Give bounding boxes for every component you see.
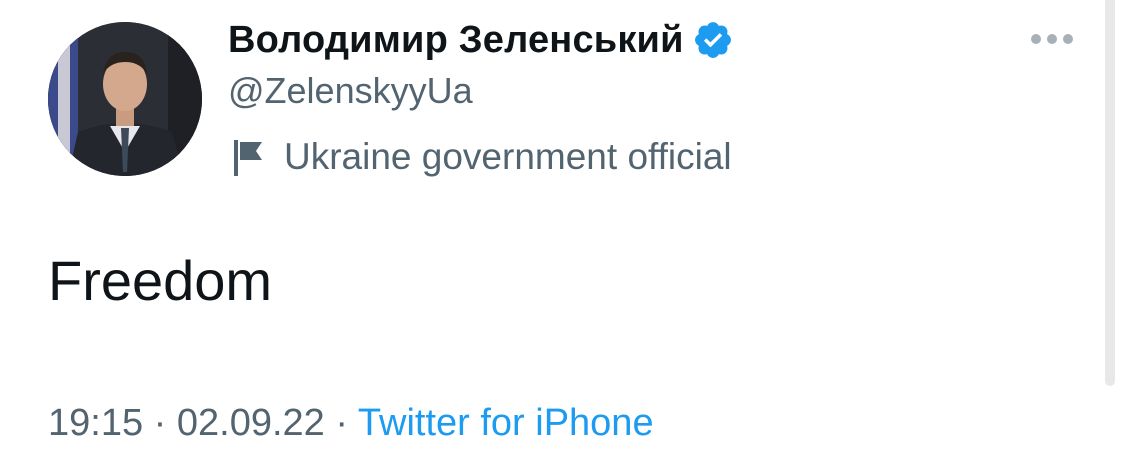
avatar[interactable]: [48, 22, 202, 176]
flag-icon: [228, 136, 268, 178]
tweet-text: Freedom: [48, 249, 273, 312]
author-name-row[interactable]: Володимир Зеленський: [228, 14, 734, 66]
government-label-text: Ukraine government official: [284, 136, 732, 177]
meta-separator: ·: [335, 402, 349, 444]
author-handle[interactable]: @ZelenskyyUa: [228, 70, 473, 112]
more-options-icon[interactable]: [1028, 24, 1076, 54]
tweet-source-link[interactable]: Twitter for iPhone: [358, 402, 654, 444]
tweet-time[interactable]: 19:15: [48, 402, 143, 444]
verified-badge-icon: [692, 19, 734, 61]
tweet-metadata: 19:15 · 02.09.22 · Twitter for iPhone: [48, 402, 654, 445]
author-display-name[interactable]: Володимир Зеленський: [228, 19, 684, 62]
avatar-image: [48, 22, 202, 176]
tweet-date[interactable]: 02.09.22: [177, 402, 325, 444]
scrollbar[interactable]: [1105, 0, 1115, 386]
account-label[interactable]: Ukraine government official: [228, 132, 732, 182]
meta-separator: ·: [153, 402, 167, 444]
